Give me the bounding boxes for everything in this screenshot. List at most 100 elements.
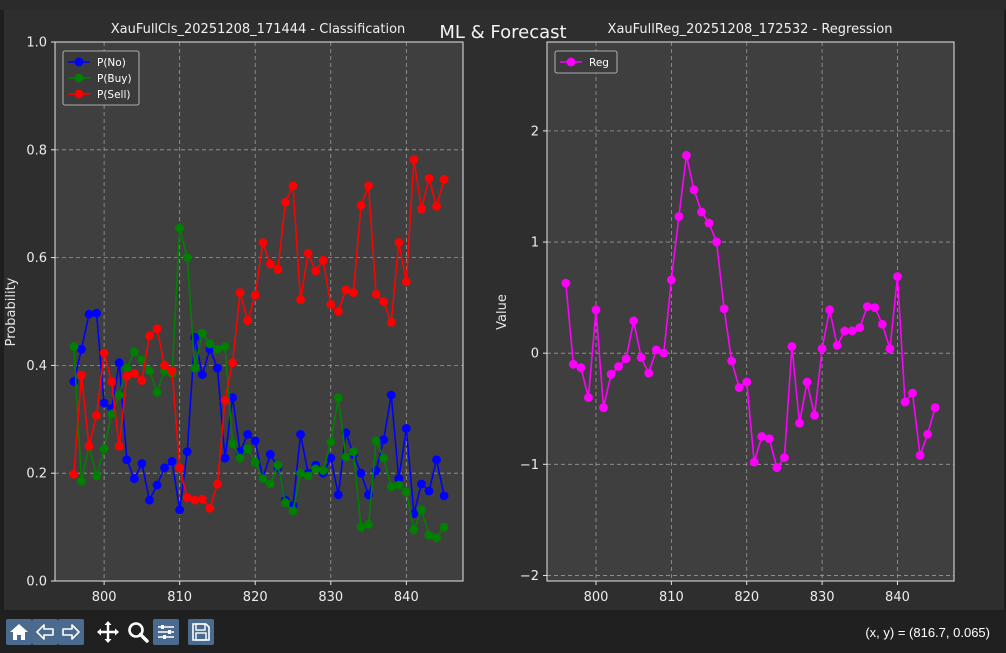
classification-xtick-label: 830 [318, 590, 343, 605]
data-point-reg [651, 345, 661, 355]
classification-ytick-label: 0.0 [26, 575, 47, 590]
back-icon [36, 624, 54, 640]
data-point-reg [674, 212, 684, 221]
data-point-reg [915, 451, 925, 460]
data-point-reg [908, 388, 917, 398]
legend-label-p-no: P(No) [97, 57, 126, 69]
data-point-p-buy [311, 464, 321, 474]
data-point-reg [614, 362, 624, 371]
zoom-button[interactable] [125, 619, 151, 645]
classification-ylabel: Probability [4, 277, 19, 346]
data-point-reg [900, 397, 910, 407]
plots-svg: ML & Forecast 800 810 820 830 840 0.0 0.2 0.4 0.… [4, 22, 955, 605]
regression-ytick-label: 1 [531, 236, 539, 251]
data-point-reg [621, 354, 631, 364]
data-point-p-sell [303, 248, 313, 258]
data-point-p-sell [356, 200, 366, 210]
data-point-p-buy [77, 476, 86, 486]
regression-xtick-label: 800 [584, 590, 609, 605]
data-point-p-sell [145, 331, 154, 341]
data-point-p-no [439, 491, 449, 501]
legend-label-p-buy: P(Buy) [97, 73, 132, 85]
data-point-p-no [167, 456, 177, 466]
data-point-p-no [129, 474, 139, 483]
data-point-p-buy [235, 453, 245, 463]
pan-button[interactable] [95, 619, 121, 645]
data-point-p-sell [129, 369, 139, 378]
regression-ytick-label: −1 [520, 458, 539, 473]
data-point-p-buy [258, 474, 268, 483]
legend-label-p-sell: P(Sell) [97, 89, 130, 101]
classification-axes[interactable]: 800 810 820 830 840 0.0 0.2 0.4 0.6 0.8 1.0 XauFul… [4, 22, 464, 605]
data-point-reg [802, 377, 812, 387]
data-point-p-sell [379, 297, 389, 307]
navigation-toolbar: (x, y) = (816.7, 0.065) [0, 612, 1006, 653]
data-point-p-sell [235, 288, 245, 298]
data-point-p-buy [318, 466, 328, 475]
data-point-p-sell [197, 494, 207, 504]
data-point-reg [840, 326, 850, 336]
data-point-p-sell [160, 361, 169, 370]
data-point-reg [862, 302, 872, 311]
data-point-reg [659, 348, 669, 358]
data-point-p-sell [122, 371, 132, 381]
data-point-p-no [99, 398, 109, 408]
data-point-p-buy [379, 453, 389, 463]
data-point-p-no [417, 479, 426, 489]
data-point-p-sell [281, 197, 290, 207]
data-point-p-sell [296, 295, 305, 305]
data-point-p-sell [265, 259, 275, 269]
data-point-reg [870, 303, 880, 313]
data-point-p-sell [175, 463, 185, 473]
data-point-p-buy [326, 437, 336, 447]
regression-axes[interactable]: 800 810 820 830 840 −2 −1 0 1 2 XauFullReg_202512… [495, 22, 955, 605]
data-point-p-sell [333, 307, 343, 316]
data-point-p-buy [424, 530, 434, 540]
legend-marker-reg [566, 57, 576, 67]
data-point-p-no [432, 455, 441, 465]
data-point-p-sell [243, 316, 253, 326]
data-point-reg [704, 218, 714, 228]
forward-button[interactable] [58, 619, 84, 645]
data-point-reg [764, 434, 774, 444]
data-point-p-buy [273, 460, 283, 470]
regression-ytick-label: 2 [531, 124, 539, 139]
data-point-p-sell [77, 370, 86, 380]
back-button[interactable] [32, 619, 58, 645]
home-button[interactable] [6, 619, 32, 645]
data-point-reg [742, 377, 752, 387]
regression-ytick-label: 0 [531, 347, 539, 362]
data-point-p-buy [69, 342, 79, 351]
data-point-p-no [401, 424, 411, 433]
data-point-reg [576, 363, 586, 373]
data-point-reg [629, 316, 639, 326]
data-point-p-buy [205, 339, 215, 349]
data-point-p-sell [167, 366, 177, 376]
data-point-p-no [145, 495, 154, 505]
data-point-p-sell [401, 277, 411, 287]
data-point-p-buy [114, 390, 124, 400]
data-point-p-sell [92, 411, 101, 420]
data-point-reg [644, 368, 654, 378]
data-point-p-buy [243, 444, 253, 454]
classification-ytick-label: 0.8 [26, 143, 47, 158]
pan-icon [97, 621, 119, 643]
configure-subplots-button[interactable] [153, 619, 179, 645]
data-point-p-no [197, 370, 207, 379]
data-point-p-no [243, 429, 253, 439]
data-point-reg [930, 403, 940, 413]
data-point-p-no [160, 463, 169, 473]
classification-ytick-label: 0.6 [26, 251, 47, 266]
regression-legend: Reg [554, 50, 618, 74]
data-point-p-sell [439, 175, 449, 184]
data-point-p-buy [303, 471, 313, 481]
data-point-p-no [152, 480, 162, 490]
data-point-p-buy [122, 363, 132, 373]
forward-icon [62, 624, 80, 640]
save-icon [192, 623, 210, 641]
save-button[interactable] [188, 619, 214, 645]
data-point-p-no [122, 455, 132, 465]
legend-label-reg: Reg [589, 57, 609, 69]
data-point-p-sell [107, 377, 117, 386]
data-point-p-buy [250, 458, 260, 467]
